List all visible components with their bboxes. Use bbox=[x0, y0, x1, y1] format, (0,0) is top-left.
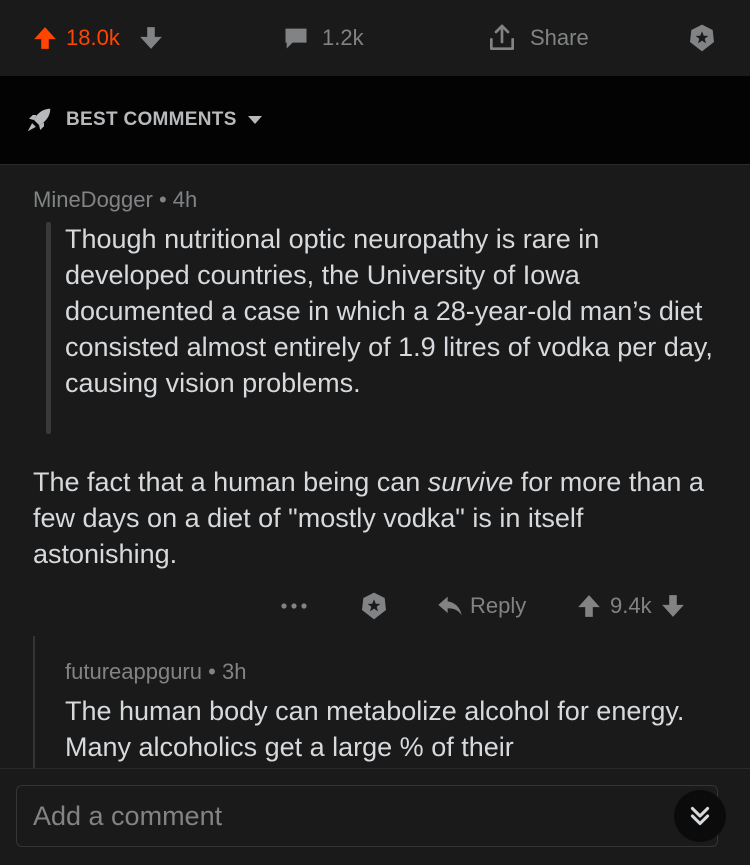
comment-award-button[interactable] bbox=[358, 582, 390, 630]
share-label: Share bbox=[530, 25, 589, 50]
add-comment-input[interactable] bbox=[16, 785, 718, 847]
comment-age: 4h bbox=[172, 187, 198, 212]
reply-body: The human body can metabolize alcohol fo… bbox=[65, 696, 685, 762]
jump-down-button[interactable] bbox=[674, 790, 726, 842]
comment-quote: Though nutritional optic neuropathy is r… bbox=[65, 224, 713, 398]
reply-label: Reply bbox=[470, 593, 527, 618]
comment-count: 1.2k bbox=[322, 25, 364, 50]
body-text-start: The fact that a human being can bbox=[33, 467, 428, 497]
award-button[interactable] bbox=[686, 0, 718, 76]
meta-separator: • bbox=[158, 187, 167, 212]
rocket-icon bbox=[24, 105, 54, 135]
comment-vote-group: 9.4k bbox=[576, 582, 686, 630]
reply-age: 3h bbox=[221, 659, 247, 684]
quote-bar bbox=[46, 222, 51, 434]
reply-arrow-icon bbox=[436, 594, 464, 618]
upvote-group: 18.0k bbox=[32, 0, 164, 76]
comment-composer-bar bbox=[0, 768, 750, 865]
award-icon bbox=[686, 22, 718, 54]
comment-body: The fact that a human being can survive … bbox=[33, 464, 723, 572]
reply-meta: futureappguru • 3h bbox=[65, 659, 246, 685]
thread-line[interactable] bbox=[33, 636, 35, 768]
body-text-italic: survive bbox=[427, 467, 514, 497]
comments-button[interactable]: 1.2k bbox=[282, 0, 364, 76]
comment-score: 9.4k bbox=[610, 593, 652, 618]
upvote-icon[interactable] bbox=[32, 25, 58, 51]
comment-sort-bar[interactable]: BEST COMMENTS bbox=[0, 76, 750, 165]
downvote-icon[interactable] bbox=[660, 593, 686, 619]
more-dots-icon bbox=[280, 602, 308, 610]
meta-separator: • bbox=[208, 659, 216, 684]
award-icon bbox=[358, 590, 390, 622]
share-icon bbox=[486, 22, 518, 54]
post-action-bar: 18.0k 1.2k Share bbox=[0, 0, 750, 76]
more-options-button[interactable] bbox=[280, 582, 308, 630]
sort-label: BEST COMMENTS bbox=[66, 109, 237, 130]
comment-meta: MineDogger • 4h bbox=[33, 187, 197, 213]
post-score: 18.0k bbox=[66, 25, 120, 50]
chevron-down-icon bbox=[247, 115, 263, 125]
comment-bubble-icon bbox=[282, 24, 310, 52]
double-chevron-down-icon bbox=[687, 803, 713, 829]
downvote-icon[interactable] bbox=[138, 25, 164, 51]
upvote-icon[interactable] bbox=[576, 593, 602, 619]
comment-author[interactable]: MineDogger bbox=[33, 187, 153, 212]
reply-button[interactable]: Reply bbox=[436, 582, 526, 630]
reply-author[interactable]: futureappguru bbox=[65, 659, 202, 684]
share-button[interactable]: Share bbox=[486, 0, 589, 76]
